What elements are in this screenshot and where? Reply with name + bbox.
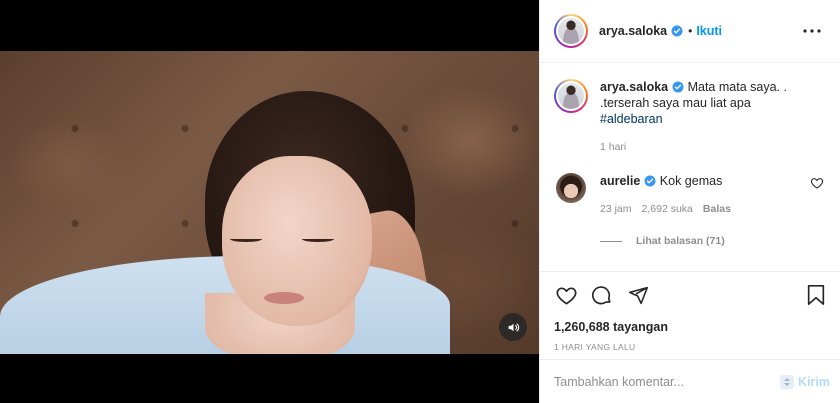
comment-input[interactable] [554,374,781,389]
emoji-icon[interactable] [780,374,795,389]
closed-eye-left [230,236,262,242]
comment-button[interactable] [590,283,614,307]
caption-text-line1: Mata mata saya. . [687,80,787,94]
comment-text: Kok gemas [659,174,723,188]
sound-toggle-button[interactable] [499,313,527,341]
post-sidebar: arya.saloka • Ikuti arya.saloka Mata mat… [539,0,840,403]
speaker-icon [508,322,519,332]
comment-meta: 23 jam 2,692 suka Balas [600,201,810,217]
more-options-icon [803,29,821,33]
post-comment-button[interactable]: Kirim [780,374,830,389]
instagram-post: arya.saloka • Ikuti arya.saloka Mata mat… [0,0,840,403]
post-header: arya.saloka • Ikuti [540,0,840,63]
commenter-username[interactable]: aurelie [600,174,640,188]
view-count[interactable]: 1,260,688 tayangan [540,318,840,336]
author-avatar[interactable] [554,14,588,48]
verified-badge-icon [644,175,656,187]
caption-author-avatar[interactable] [554,79,588,113]
caption-text-line2: .terserah saya mau liat apa [600,96,751,110]
caption-username[interactable]: arya.saloka [600,80,668,94]
comment-likes-count[interactable]: 2,692 suka [642,201,693,217]
commenter-avatar[interactable] [556,173,586,203]
comments-section: arya.saloka Mata mata saya. . .terserah … [540,63,840,272]
comment-like-heart-icon[interactable] [810,176,824,190]
caption-body: arya.saloka Mata mata saya. . .terserah … [600,79,824,155]
like-button[interactable] [554,283,578,307]
more-options-button[interactable] [800,19,824,43]
verified-badge-icon [672,81,684,93]
action-bar [540,272,840,318]
view-replies-label: Lihat balasan (71) [636,235,725,247]
author-username[interactable]: arya.saloka [599,24,667,38]
comment-item: aurelie Kok gemas 23 jam 2,692 suka Bala… [554,173,824,217]
caption-timestamp[interactable]: 1 hari [600,139,824,155]
post-comment-label: Kirim [798,374,830,389]
caption-hashtag-link[interactable]: #aldebaran [600,111,824,127]
share-button[interactable] [626,283,650,307]
comment-bubble-icon [592,286,611,305]
verified-badge-icon [671,25,683,37]
paper-plane-icon [628,286,648,304]
video-player[interactable] [0,51,539,354]
comment-body: aurelie Kok gemas 23 jam 2,692 suka Bala… [600,173,810,217]
view-replies-button[interactable]: Lihat balasan (71) [600,235,824,247]
follow-button[interactable]: Ikuti [696,24,722,38]
person-face [222,156,372,326]
bookmark-icon [807,285,825,305]
comment-timestamp[interactable]: 23 jam [600,201,632,217]
closed-eye-right [302,236,334,242]
header-separator: • [688,24,693,38]
save-button[interactable] [804,283,828,307]
caption: arya.saloka Mata mata saya. . .terserah … [554,79,824,155]
heart-icon [556,286,576,305]
post-date[interactable]: 1 HARI YANG LALU [540,340,840,354]
comment-composer: Kirim [540,359,840,403]
reply-button[interactable]: Balas [703,201,731,217]
media-area [0,0,539,403]
replies-divider-line [600,240,622,242]
lips [264,292,304,304]
